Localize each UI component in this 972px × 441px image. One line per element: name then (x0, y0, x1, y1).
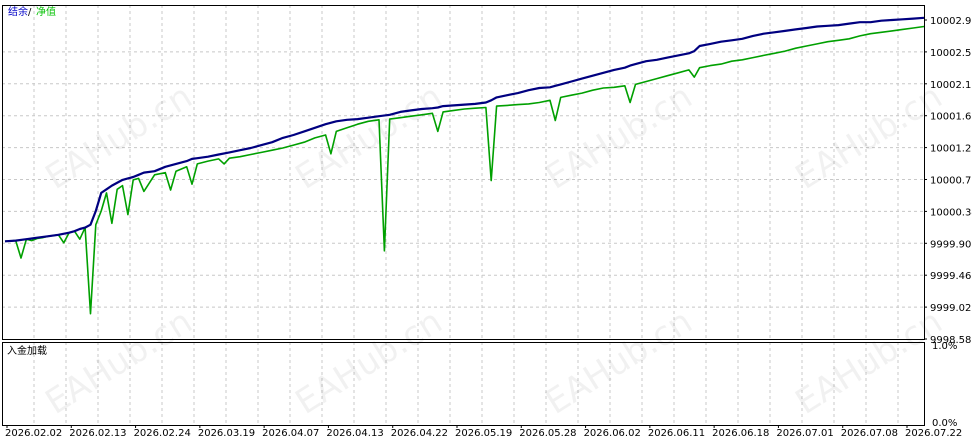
equity-line (4, 25, 925, 315)
y-tick-label: 9999.02 (930, 303, 971, 314)
subchart-title: 入金加载 (7, 344, 47, 357)
x-tick-label: 2026.06.11 (648, 428, 705, 439)
x-tick-label: 2026.05.28 (519, 428, 576, 439)
legend-separator: / (28, 7, 32, 18)
y-tick-label: 9999.90 (930, 239, 971, 250)
x-tick-label: 2026.02.02 (5, 428, 62, 439)
x-tick-label: 2026.05.19 (455, 428, 512, 439)
watermark-logo: EAHub.cn (39, 302, 200, 423)
x-tick-label: 2026.07.08 (841, 428, 898, 439)
x-tick-label: 2026.02.24 (134, 428, 191, 439)
x-tick-label: 2026.06.02 (584, 428, 641, 439)
legend-balance: 结余 (8, 5, 28, 18)
x-tick-label: 2026.07.22 (905, 428, 962, 439)
x-tick-label: 2026.07.01 (776, 428, 833, 439)
y-tick-label: 9999.46 (930, 271, 971, 282)
chart-canvas: EAHub.cn EAHub.cn EAHub.cn EAHub.cnEAHub.cn… (2, 5, 972, 439)
x-tick-label: 2026.02.13 (69, 428, 126, 439)
x-tick-label: 2026.04.07 (262, 428, 319, 439)
x-tick-label: 2026.06.18 (712, 428, 769, 439)
x-tick-label: 2026.03.19 (198, 428, 255, 439)
x-tick-label: 2026.04.13 (326, 428, 383, 439)
x-tick-label: 2026.04.22 (391, 428, 448, 439)
watermark-logo-text: EAHub.cn (539, 302, 700, 423)
y-tick-label: 10000.34 (930, 207, 972, 218)
equity-chart: EAHub.cn EAHub.cn EAHub.cn EAHub.cn EAHub.cn… (0, 0, 972, 441)
main-plot-frame (2, 5, 925, 340)
watermark-logo: EAHub.cn (539, 302, 700, 423)
legend-equity: 净值 (36, 5, 56, 18)
y-tick-label: 10002.99 (930, 16, 972, 27)
y-tick-label: 10000.78 (930, 176, 972, 187)
watermark-logo-text: EAHub.cn (289, 302, 450, 423)
y-tick-label: 10001.67 (930, 112, 972, 123)
watermark-logo: EAHub.cn (289, 302, 450, 423)
watermark-logo-text: EAHub.cn (789, 302, 950, 423)
y-tick-label: 10002.55 (930, 48, 972, 59)
y-tick-label: 10001.22 (930, 144, 972, 155)
y-tick-label: 10002.11 (930, 80, 972, 91)
watermark-logo: EAHub.cn (789, 302, 950, 423)
subchart-y-tick-label: 1.0% (932, 341, 957, 352)
watermark-logo-text: EAHub.cn (39, 302, 200, 423)
